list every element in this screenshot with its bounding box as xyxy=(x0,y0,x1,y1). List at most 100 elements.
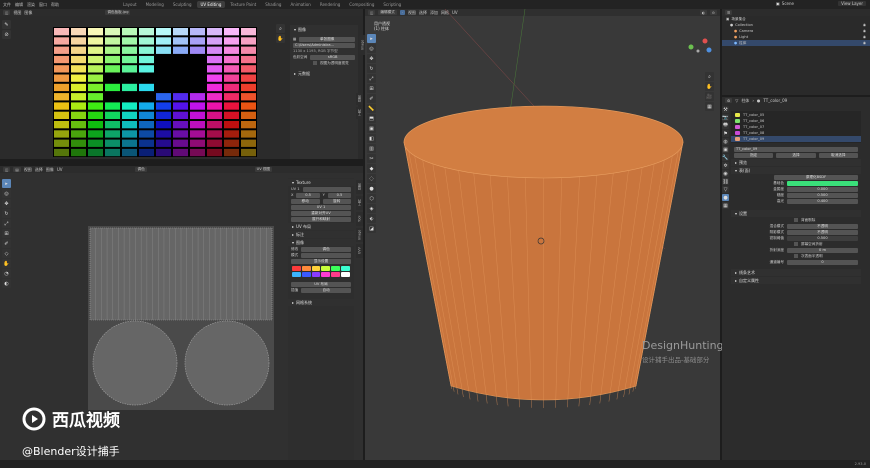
modifier-tab-icon[interactable]: 🔧 xyxy=(722,154,729,161)
sample-icon[interactable]: ⊘ xyxy=(2,30,11,39)
uv-tab-image[interactable]: Image xyxy=(356,228,363,242)
palette-swatch[interactable] xyxy=(301,272,311,277)
editor-type-icon[interactable]: ◫ xyxy=(3,10,11,15)
bsdf-input-field[interactable]: 0.000 xyxy=(787,186,858,192)
palette-swatch[interactable] xyxy=(301,266,311,271)
output-tab-icon[interactable]: 🖶 xyxy=(722,122,729,129)
eyedropper-icon[interactable]: ✎ xyxy=(2,20,11,29)
texture-tab-icon[interactable]: ▦ xyxy=(722,202,729,209)
workspace-tab[interactable]: Texture Paint xyxy=(226,1,260,8)
workspace-tab[interactable]: Shading xyxy=(261,1,285,8)
palette-select[interactable]: 调色 xyxy=(301,246,351,252)
pass-index-field[interactable]: 0 xyxy=(787,259,858,265)
material-slot[interactable]: TT_color_09 xyxy=(731,136,861,142)
menu-view[interactable]: 视图 xyxy=(13,10,21,16)
uv-y-field[interactable]: 0.5 xyxy=(327,192,352,198)
relax-icon[interactable]: ◔ xyxy=(2,269,11,278)
move-button[interactable]: 移动 xyxy=(291,198,320,204)
visibility-eye-icon[interactable]: ◉ xyxy=(863,23,866,27)
uv-editor-type-icon[interactable]: ◫ xyxy=(3,167,11,172)
navigation-gizmo[interactable] xyxy=(683,35,713,65)
workspace-tab[interactable]: Layout xyxy=(119,1,141,8)
scene-selector[interactable]: ▣ Scene xyxy=(776,1,794,6)
refraction-depth-field[interactable]: 0 m xyxy=(787,247,858,253)
workspace-tab[interactable]: Modeling xyxy=(142,1,168,8)
rip-icon[interactable]: ◇ xyxy=(2,249,11,258)
image-source-select[interactable]: 单张图像 xyxy=(299,36,355,42)
colorspace-select[interactable]: sRGB xyxy=(310,54,355,60)
pan-hand-icon[interactable]: ✋ xyxy=(276,34,285,43)
zoom-icon[interactable]: ⌕ xyxy=(276,24,285,33)
vp-tab-view[interactable]: 视图 xyxy=(356,93,363,105)
alpha-checkbox[interactable] xyxy=(313,61,317,65)
uv-x-field[interactable]: 0.5 xyxy=(296,192,320,198)
camera-view-icon[interactable]: 🎥 xyxy=(705,92,714,101)
uv-menu-uv[interactable]: UV xyxy=(57,167,63,172)
workspace-tab[interactable]: Scripting xyxy=(379,1,405,8)
palette-swatch[interactable] xyxy=(292,266,301,271)
select-box-icon[interactable]: ▸ xyxy=(2,179,11,188)
menu-window[interactable]: 窗口 xyxy=(39,2,47,8)
blend-select[interactable]: 不透明 xyxy=(787,223,858,229)
outliner-item[interactable]: ● 柱体 ◉ xyxy=(722,40,870,46)
zoom-icon[interactable]: ⌕ xyxy=(705,72,714,81)
palette-mode-field[interactable] xyxy=(301,252,351,258)
refraction-checkbox[interactable] xyxy=(794,242,798,246)
bsdf-input-field[interactable]: 0.500 xyxy=(787,192,858,198)
assign-button[interactable]: 指定 xyxy=(734,152,774,158)
visibility-eye-icon[interactable]: ◉ xyxy=(863,35,866,39)
tool-tab-icon[interactable]: ⚒ xyxy=(722,106,729,113)
data-tab-icon[interactable]: ▽ xyxy=(722,186,729,193)
uv-image-field[interactable]: 调色 xyxy=(135,167,147,172)
material-tab-icon[interactable]: ● xyxy=(722,194,729,201)
workspace-tab[interactable]: Rendering xyxy=(316,1,344,8)
view-layer-selector[interactable]: View Layer xyxy=(838,1,866,6)
physics-tab-icon[interactable]: ◉ xyxy=(722,170,729,177)
constraints-tab-icon[interactable]: ⛓ xyxy=(722,178,729,185)
world-tab-icon[interactable]: ◍ xyxy=(722,138,729,145)
bsdf-input-field[interactable]: 0.400 xyxy=(787,198,858,204)
deselect-button[interactable]: 取消选择 xyxy=(818,152,858,158)
uv-tab-view[interactable]: 视图 xyxy=(356,180,363,194)
rotate-button[interactable]: 旋转 xyxy=(322,198,351,204)
move-icon[interactable]: ✥ xyxy=(2,199,11,208)
uv-menu-view[interactable]: 视图 xyxy=(24,167,32,173)
unwrap-button[interactable]: 展开和映射 xyxy=(291,216,351,222)
texture-panel-header[interactable]: ▾ Texture xyxy=(288,179,354,186)
render-tab-icon[interactable]: 📷 xyxy=(722,114,729,121)
material-name-field[interactable]: TT_color_09 xyxy=(734,146,858,152)
palette-swatch[interactable] xyxy=(311,272,321,277)
settings-header[interactable]: ▾ 设置 xyxy=(731,210,861,217)
menu-edit[interactable]: 编辑 xyxy=(15,2,23,8)
palette-swatch[interactable] xyxy=(311,266,321,271)
workspace-tab[interactable]: UV Editing xyxy=(196,1,226,8)
realign-uv-button[interactable]: 重新对齐UV xyxy=(291,210,351,216)
metadata-panel-header[interactable]: ▸ 元数据 xyxy=(290,70,358,77)
uv-layout-button[interactable]: UV 布局 xyxy=(291,281,351,287)
uv-vertex-field[interactable] xyxy=(302,186,351,192)
particles-tab-icon[interactable]: ✲ xyxy=(722,162,729,169)
interp-select[interactable]: 自动 xyxy=(301,287,351,293)
uv-menu-select[interactable]: 选择 xyxy=(35,167,43,173)
workspace-tab[interactable]: Animation xyxy=(286,1,314,8)
image-header[interactable]: ▾ 图像 xyxy=(288,239,354,246)
uv-view-select[interactable]: UV 视图 xyxy=(254,167,273,172)
workspace-tab[interactable]: Compositing xyxy=(345,1,378,8)
image-panel-header[interactable]: ▾ 图像 xyxy=(290,26,358,33)
object-tab-icon[interactable]: ▣ xyxy=(722,146,729,153)
cursor-icon[interactable]: ◎ xyxy=(2,189,11,198)
properties-type-icon[interactable]: ⚙ xyxy=(725,98,733,103)
ortho-grid-icon[interactable]: ▦ xyxy=(705,102,714,111)
annotate-header[interactable]: ▸ 标注 xyxy=(288,231,354,238)
rotate-icon[interactable]: ↻ xyxy=(2,209,11,218)
surface-header[interactable]: ▾ 表(面) xyxy=(731,167,861,174)
custom-props-header[interactable]: ▸ 自定义属性 xyxy=(731,277,861,284)
bsdf-input-field[interactable] xyxy=(787,180,858,186)
grab-icon[interactable]: ✋ xyxy=(2,259,11,268)
visibility-eye-icon[interactable]: ◉ xyxy=(863,29,866,33)
viewport-3d[interactable]: ◫ 编辑模式 · 视图 选择 添加 网格 UV ◐ ⊙ 用户透视 (1) 柱体 … xyxy=(365,9,724,460)
palette-swatch[interactable] xyxy=(321,266,331,271)
menu-file[interactable]: 文件 xyxy=(3,2,11,8)
palette-swatch[interactable] xyxy=(292,272,301,277)
scale-icon[interactable]: ⤢ xyxy=(2,219,11,228)
